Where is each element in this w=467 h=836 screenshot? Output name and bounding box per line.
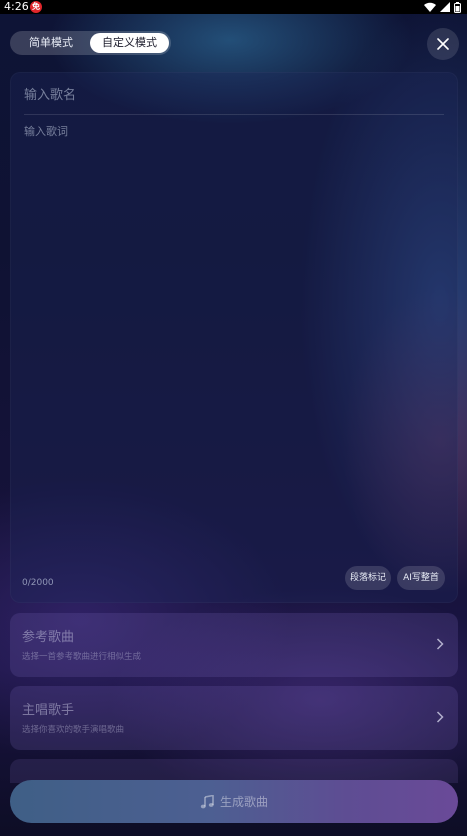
char-count: 0/2000 <box>22 578 54 588</box>
status-icons <box>424 1 461 13</box>
close-icon <box>437 38 449 50</box>
close-button[interactable] <box>427 28 459 60</box>
section-mark-button[interactable]: 段落标记 <box>345 566 391 590</box>
song-name-input[interactable]: 输入歌名 <box>24 84 76 103</box>
status-bar: 4:26 免 <box>0 0 467 14</box>
lead-singer-subtitle: 选择你喜欢的歌手演唱歌曲 <box>22 725 125 735</box>
signal-icon <box>440 2 450 12</box>
reference-song-subtitle: 选择一首参考歌曲进行相似生成 <box>22 652 142 662</box>
battery-icon <box>454 1 461 13</box>
notification-badge: 免 <box>30 1 42 13</box>
mode-simple-tab[interactable]: 简单模式 <box>13 33 89 53</box>
wifi-icon <box>424 2 436 12</box>
status-time: 4:26 <box>4 0 29 13</box>
lyrics-card: 输入歌名 输入歌词 0/2000 段落标记 AI写整首 <box>10 72 458 603</box>
lyrics-input[interactable]: 输入歌词 <box>24 123 68 139</box>
music-note-icon <box>200 794 214 808</box>
reference-song-title: 参考歌曲 <box>22 630 75 645</box>
reference-song-card[interactable]: 参考歌曲 选择一首参考歌曲进行相似生成 <box>10 613 458 677</box>
lead-singer-card[interactable]: 主唱歌手 选择你喜欢的歌手演唱歌曲 <box>10 686 458 750</box>
mode-toggle: 简单模式 自定义模式 <box>10 31 171 55</box>
chevron-right-icon <box>436 638 444 650</box>
lead-singer-title: 主唱歌手 <box>22 703 75 718</box>
chevron-right-icon <box>436 711 444 723</box>
mode-custom-tab[interactable]: 自定义模式 <box>90 33 169 53</box>
generate-song-button[interactable]: 生成歌曲 <box>10 780 458 823</box>
divider <box>24 114 444 115</box>
generate-song-label: 生成歌曲 <box>219 795 268 809</box>
ai-write-button[interactable]: AI写整首 <box>397 566 445 590</box>
